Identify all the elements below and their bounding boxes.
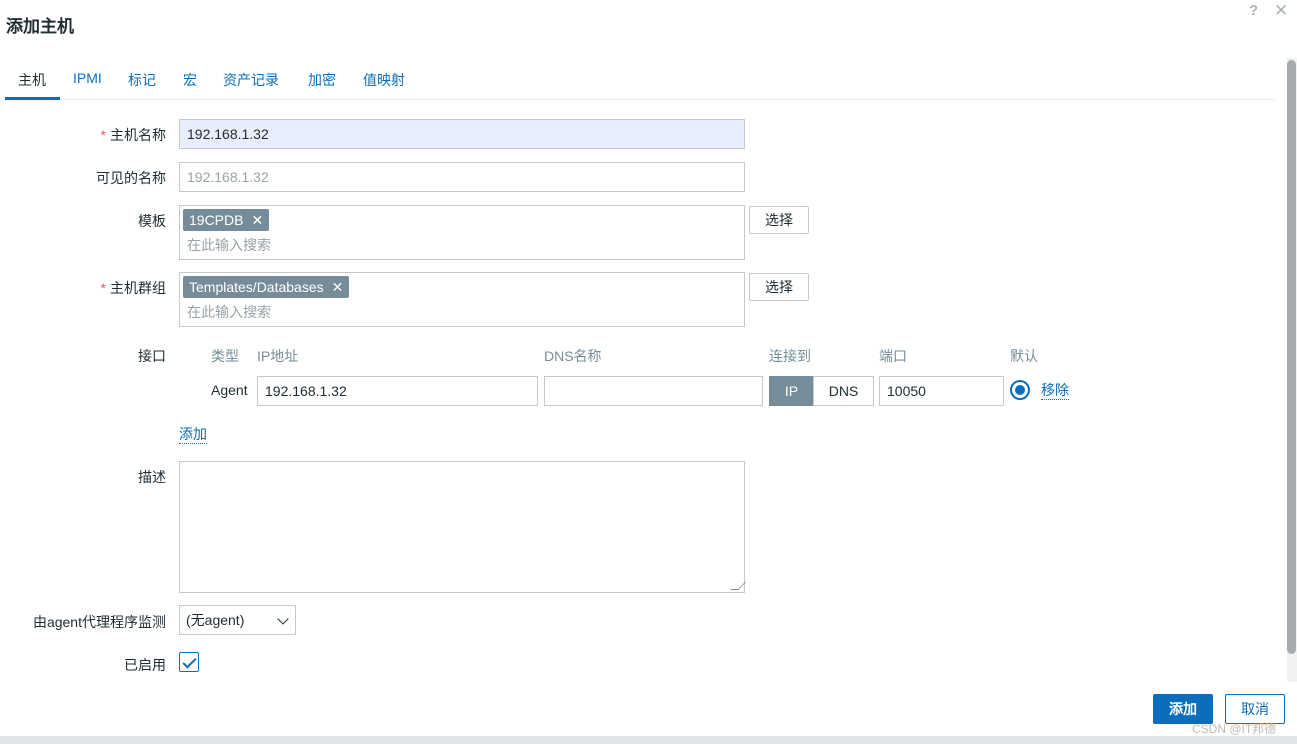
chip-remove-icon[interactable]: ✕ (332, 279, 344, 295)
templates-search-placeholder: 在此输入搜索 (187, 237, 271, 253)
chip-remove-icon[interactable]: ✕ (251, 212, 263, 228)
iface-header-default: 默认 (1010, 348, 1038, 364)
chevron-down-icon (277, 613, 289, 625)
host-groups-select-button[interactable]: 选择 (749, 273, 809, 301)
visible-name-input[interactable]: 192.168.1.32 (179, 162, 745, 192)
required-mark: * (100, 127, 106, 143)
iface-header-dns: DNS名称 (544, 348, 602, 364)
interfaces-label: 接口 (138, 348, 166, 364)
enabled-checkbox[interactable] (179, 652, 199, 672)
tab-value-mapping[interactable]: 值映射 (363, 70, 405, 90)
templates-multiselect[interactable]: 19CPDB ✕ 在此输入搜索 (179, 205, 745, 260)
enabled-label: 已启用 (124, 657, 166, 673)
remove-interface-link[interactable]: 移除 (1041, 382, 1069, 400)
tab-ipmi[interactable]: IPMI (73, 70, 102, 86)
close-icon[interactable]: ✕ (1274, 1, 1288, 21)
connect-ip-toggle[interactable]: IP (769, 376, 814, 406)
host-name-label: * 主机名称 (100, 127, 166, 143)
tab-host[interactable]: 主机 (18, 70, 46, 90)
proxy-select[interactable]: (无agent) (179, 605, 296, 635)
iface-dns-input[interactable] (544, 376, 763, 406)
templates-select-button[interactable]: 选择 (749, 206, 809, 234)
description-label: 描述 (138, 469, 166, 485)
host-groups-search-placeholder: 在此输入搜索 (187, 304, 271, 320)
tab-encryption[interactable]: 加密 (308, 70, 336, 90)
resize-handle-icon[interactable] (730, 582, 746, 590)
tab-macros[interactable]: 宏 (183, 70, 197, 90)
host-name-input[interactable]: 192.168.1.32 (179, 119, 745, 149)
tab-tags[interactable]: 标记 (128, 70, 156, 90)
host-groups-label: * 主机群组 (100, 280, 166, 296)
dialog-title: 添加主机 (6, 17, 74, 36)
iface-ip-input[interactable]: 192.168.1.32 (257, 376, 538, 406)
scrollbar-thumb[interactable] (1287, 60, 1296, 654)
description-textarea[interactable] (179, 461, 746, 593)
templates-label: 模板 (138, 213, 166, 229)
host-groups-multiselect[interactable]: Templates/Databases ✕ 在此输入搜索 (179, 272, 745, 327)
iface-header-connect: 连接到 (769, 348, 811, 364)
iface-type: Agent (211, 382, 248, 398)
proxy-label: 由agent代理程序监测 (32, 614, 166, 630)
watermark: CSDN @IT邦德 (1192, 722, 1277, 736)
host-group-chip: Templates/Databases ✕ (183, 276, 350, 298)
iface-header-port: 端口 (879, 348, 907, 364)
tab-bar: 主机 IPMI 标记 宏 资产记录 加密 值映射 (5, 62, 1275, 100)
visible-name-label: 可见的名称 (96, 170, 166, 186)
active-tab-indicator (5, 97, 60, 100)
help-icon[interactable]: ? (1249, 2, 1258, 19)
iface-header-type: 类型 (211, 348, 239, 364)
iface-header-ip: IP地址 (257, 348, 299, 364)
default-interface-radio[interactable] (1010, 380, 1030, 400)
bottom-bar (0, 736, 1297, 744)
connect-dns-toggle[interactable]: DNS (813, 376, 874, 406)
tab-inventory[interactable]: 资产记录 (223, 70, 279, 90)
template-chip: 19CPDB ✕ (183, 209, 270, 231)
iface-port-input[interactable]: 10050 (879, 376, 1004, 406)
add-interface-link[interactable]: 添加 (179, 426, 207, 444)
required-mark: * (100, 280, 106, 296)
